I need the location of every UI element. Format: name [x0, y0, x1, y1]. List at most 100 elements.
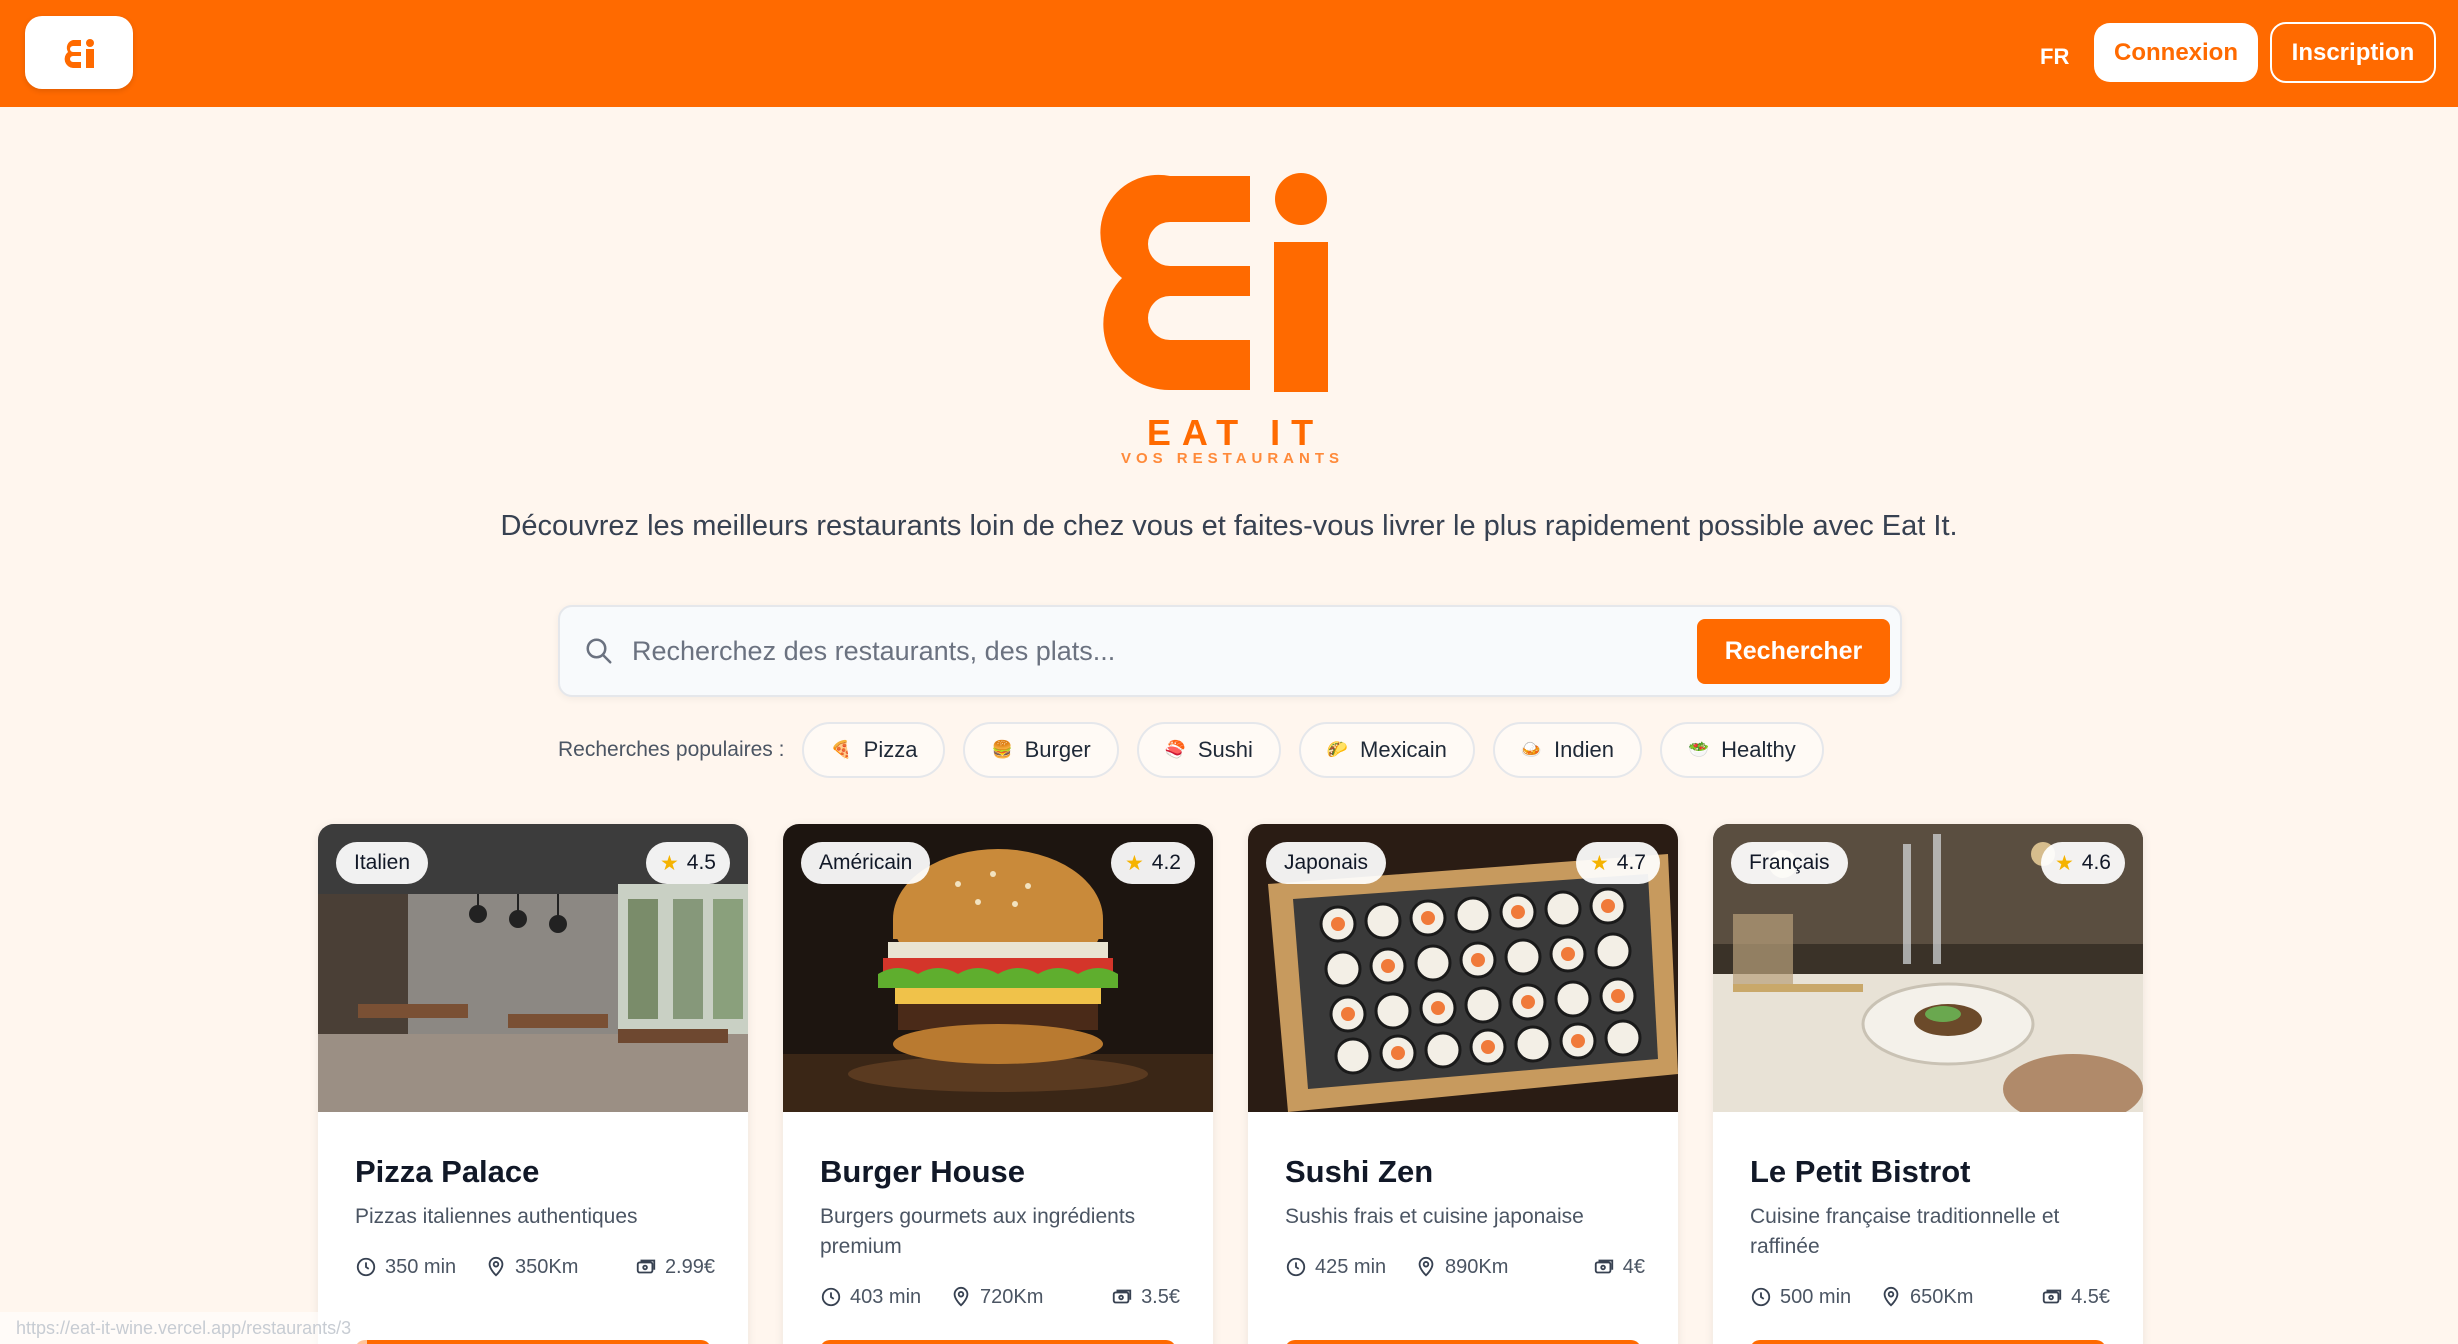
restaurant-meta: 425 min 890Km 4€ — [1285, 1252, 1645, 1282]
salad-icon: 🥗 — [1687, 740, 1710, 760]
chip-label: Pizza — [863, 737, 918, 762]
brand-name: EAT IT — [1146, 412, 1325, 453]
restaurant-description: Sushis frais et cuisine japonaise — [1285, 1205, 1584, 1228]
distance-value: 890Km — [1445, 1255, 1509, 1278]
distance: 720Km — [950, 1282, 1043, 1312]
delivery-fee-value: 4.5€ — [2071, 1285, 2110, 1308]
chip-sushi[interactable]: 🍣 Sushi — [1136, 722, 1281, 778]
chip-label: Sushi — [1197, 737, 1253, 762]
delivery-fee: 2.99€ — [635, 1252, 715, 1282]
view-restaurant-button[interactable] — [820, 1340, 1176, 1344]
restaurant-name: Le Petit Bistrot — [1750, 1154, 1971, 1189]
location-pin-icon — [488, 1256, 504, 1277]
restaurant-name: Pizza Palace — [355, 1154, 540, 1189]
chip-pizza[interactable]: 🍕 Pizza — [802, 722, 946, 778]
distance-value: 720Km — [980, 1285, 1044, 1308]
clock-icon — [1286, 1257, 1306, 1277]
signup-button[interactable]: Inscription — [2270, 22, 2436, 83]
clock-icon — [356, 1257, 376, 1277]
money-icon — [1594, 1259, 1613, 1274]
location-pin-icon — [1883, 1286, 1899, 1307]
location-pin-icon — [1418, 1256, 1434, 1277]
delivery-time-value: 403 min — [850, 1285, 922, 1308]
distance: 890Km — [1415, 1252, 1508, 1282]
category-badge: Français — [1731, 842, 1848, 884]
view-restaurant-button[interactable] — [1750, 1340, 2106, 1344]
curry-icon: 🍛 — [1520, 740, 1543, 760]
restaurant-card[interactable]: Américain ★ 4.2 Burger House Burgers gour… — [783, 824, 1213, 1344]
popular-searches-label: Recherches populaires : — [558, 738, 785, 761]
rating-badge: ★ 4.5 — [645, 842, 730, 884]
restaurant-card[interactable]: Français ★ 4.6 Le Petit Bistrot Cuisine f… — [1713, 824, 2143, 1344]
restaurant-description: Burgers gourmets aux ingrédients premium — [820, 1205, 1136, 1258]
money-icon — [2042, 1289, 2062, 1304]
restaurant-description: Cuisine française traditionnelle et raff… — [1750, 1205, 2060, 1258]
chip-label: Mexicain — [1360, 737, 1447, 762]
delivery-time-value: 350 min — [385, 1255, 457, 1278]
delivery-fee-value: 3.5€ — [1141, 1285, 1180, 1308]
status-bar-url: https://eat-it-wine.vercel.app/restauran… — [0, 1312, 368, 1344]
distance: 350Km — [485, 1252, 578, 1282]
view-restaurant-button[interactable] — [1285, 1340, 1641, 1344]
delivery-time: 350 min — [355, 1252, 456, 1282]
pizza-icon: 🍕 — [830, 740, 852, 760]
rating-badge: ★ 4.2 — [1110, 842, 1195, 884]
delivery-time: 403 min — [820, 1282, 921, 1312]
distance-value: 650Km — [1910, 1285, 1974, 1308]
category-badge: Italien — [336, 842, 429, 884]
hero-tagline: Découvrez les meilleurs restaurants loin… — [500, 510, 1958, 542]
delivery-fee-value: 2.99€ — [664, 1255, 715, 1278]
delivery-fee: 4€ — [1593, 1252, 1645, 1282]
top-navbar: FR Connexion Inscription — [0, 0, 2458, 107]
chip-burger[interactable]: 🍔 Burger — [963, 722, 1119, 778]
chip-label: Indien — [1554, 737, 1614, 762]
chip-mexicain[interactable]: 🌮 Mexicain — [1298, 722, 1475, 778]
location-pin-icon — [953, 1286, 969, 1307]
login-button[interactable]: Connexion — [2094, 23, 2258, 82]
delivery-time-value: 425 min — [1315, 1255, 1387, 1278]
eat-it-logo-icon — [64, 38, 94, 68]
restaurant-card[interactable]: Japonais ★ 4.7 Sushi Zen Sushis frais et … — [1248, 824, 1678, 1344]
rating-value: 4.2 — [1151, 851, 1181, 874]
restaurant-meta: 403 min 720Km 3.5€ — [820, 1282, 1180, 1312]
home-logo-button[interactable] — [25, 16, 133, 89]
clock-icon — [1751, 1287, 1771, 1307]
restaurant-name: Sushi Zen — [1285, 1154, 1434, 1189]
delivery-time: 500 min — [1750, 1282, 1851, 1312]
taco-icon: 🌮 — [1326, 740, 1349, 760]
search-bar: Rechercher — [558, 605, 1902, 697]
burger-icon: 🍔 — [991, 740, 1013, 760]
star-icon: ★ — [1589, 851, 1609, 875]
restaurant-card[interactable]: Italien ★ 4.5 Pizza Palace Pizzas italien… — [318, 824, 748, 1344]
rating-value: 4.6 — [2081, 851, 2111, 874]
star-icon: ★ — [2054, 851, 2074, 875]
eat-it-hero-logo — [1100, 173, 1328, 392]
rating-badge: ★ 4.6 — [2040, 842, 2125, 884]
clock-icon — [821, 1287, 841, 1307]
delivery-fee: 3.5€ — [1111, 1282, 1180, 1312]
view-restaurant-button[interactable] — [355, 1340, 711, 1344]
money-icon — [636, 1259, 656, 1274]
distance: 650Km — [1880, 1282, 1973, 1312]
language-switcher[interactable]: FR — [2040, 44, 2069, 70]
restaurant-description: Pizzas italiennes authentiques — [355, 1205, 638, 1228]
chip-healthy[interactable]: 🥗 Healthy — [1659, 722, 1824, 778]
search-input[interactable] — [632, 623, 1632, 679]
chip-label: Burger — [1024, 737, 1091, 762]
star-icon: ★ — [659, 851, 679, 875]
chip-indien[interactable]: 🍛 Indien — [1492, 722, 1642, 778]
chip-label: Healthy — [1721, 737, 1796, 762]
restaurant-name: Burger House — [820, 1154, 1025, 1189]
star-icon: ★ — [1124, 851, 1144, 875]
delivery-time: 425 min — [1285, 1252, 1386, 1282]
search-button[interactable]: Rechercher — [1697, 619, 1890, 684]
category-badge: Américain — [801, 842, 931, 884]
restaurant-meta: 500 min 650Km 4.5€ — [1750, 1282, 2110, 1312]
search-icon — [586, 638, 612, 664]
delivery-fee-value: 4€ — [1622, 1255, 1645, 1278]
money-icon — [1112, 1289, 1132, 1304]
brand-subtitle: VOS RESTAURANTS — [1120, 450, 1345, 467]
rating-badge: ★ 4.7 — [1575, 842, 1660, 884]
restaurant-meta: 350 min 350Km 2.99€ — [355, 1252, 715, 1282]
category-badge: Japonais — [1266, 842, 1387, 884]
